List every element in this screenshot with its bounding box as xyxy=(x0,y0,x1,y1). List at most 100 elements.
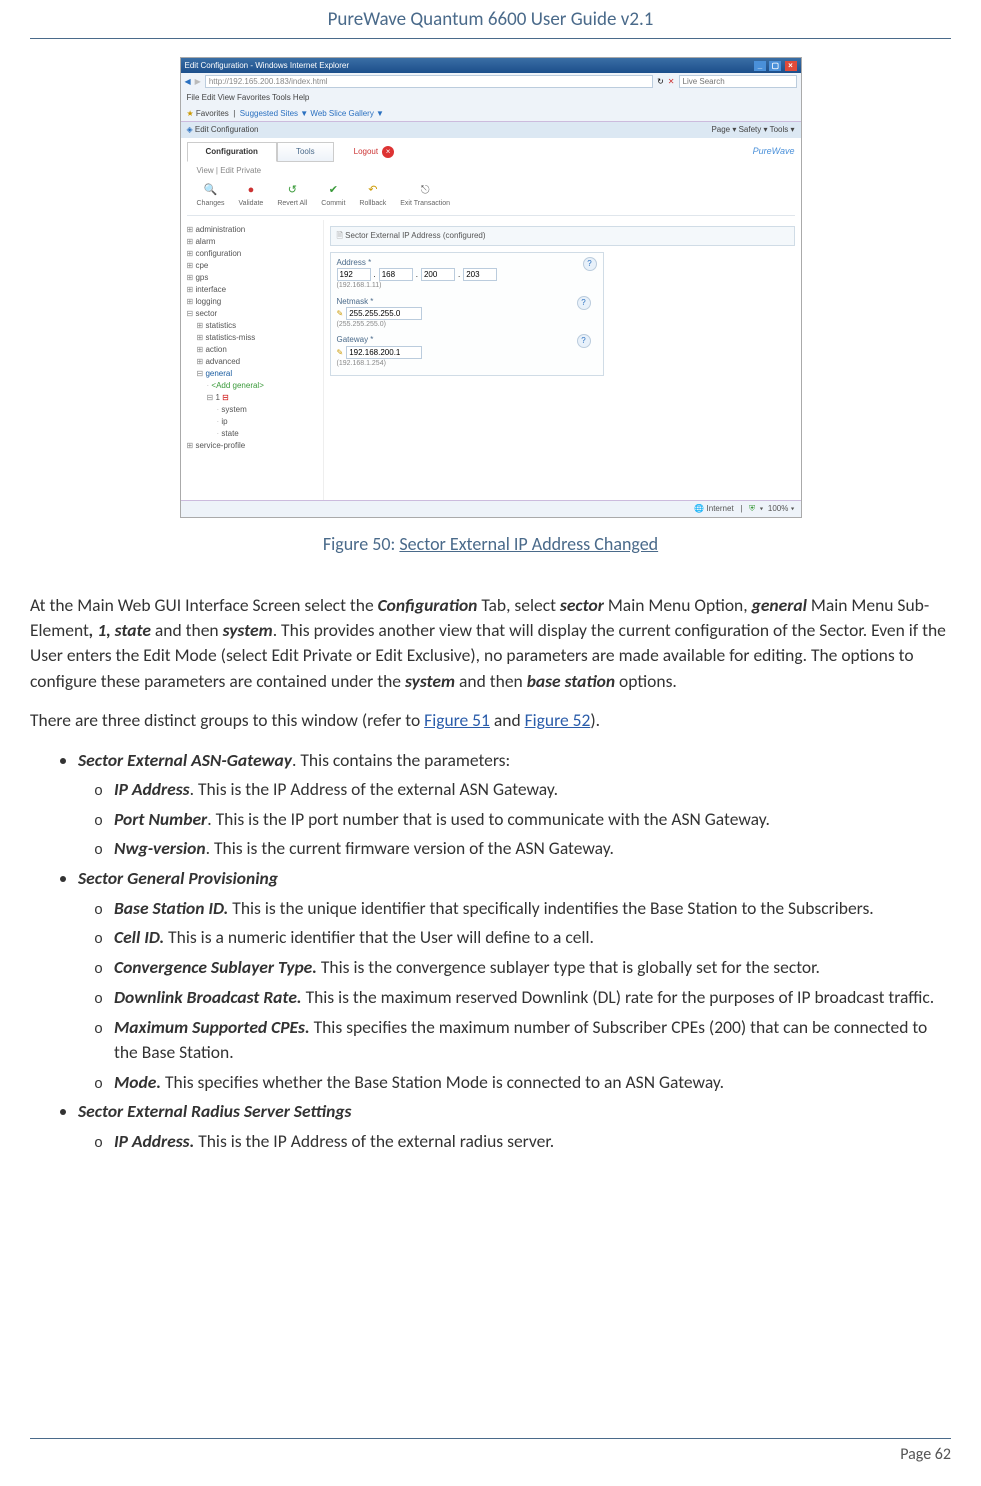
item-mode: Mode. This specifies whether the Base St… xyxy=(114,1070,951,1096)
tree-ip[interactable]: ip xyxy=(187,416,317,428)
gateway-input[interactable] xyxy=(346,346,422,359)
document-icon: 🗎 xyxy=(337,231,343,240)
page-tab[interactable]: ◈ Edit Configuration xyxy=(187,124,259,136)
help-icon[interactable]: ? xyxy=(577,296,591,310)
tree-service-profile[interactable]: service-profile xyxy=(187,440,317,452)
item-port-number: Port Number. This is the IP port number … xyxy=(114,807,951,833)
search-input[interactable] xyxy=(679,75,797,88)
item-cell-id: Cell ID. This is a numeric identifier th… xyxy=(114,925,951,951)
tree-action[interactable]: action xyxy=(187,344,317,356)
view-mode-bar[interactable]: View | Edit Private xyxy=(187,162,795,180)
browser-titlebar: Edit Configuration - Windows Internet Ex… xyxy=(181,58,801,74)
app-header: Configuration Tools Logout × PureWave Vi… xyxy=(181,138,801,220)
tree-configuration[interactable]: configuration xyxy=(187,248,317,260)
tree-cpe[interactable]: cpe xyxy=(187,260,317,272)
app-body: administration alarm configuration cpe g… xyxy=(181,220,801,500)
page-header: PureWave Quantum 6600 User Guide v2.1 xyxy=(30,0,951,39)
tab-tools[interactable]: Tools xyxy=(277,142,334,162)
addr-octet-1[interactable] xyxy=(337,268,371,281)
zoom-level[interactable]: 100% xyxy=(768,504,788,513)
validate-button[interactable]: ●Validate xyxy=(239,183,264,209)
tree-add-general[interactable]: <Add general> xyxy=(187,380,317,392)
item-ip-address: IP Address. This is the IP Address of th… xyxy=(114,777,951,803)
tree-general[interactable]: general xyxy=(187,368,317,380)
item-convergence-sublayer: Convergence Sublayer Type. This is the c… xyxy=(114,955,951,981)
gateway-hint: (192.168.1.254) xyxy=(337,359,597,369)
paragraph-1: At the Main Web GUI Interface Screen sel… xyxy=(30,593,951,695)
address-input[interactable] xyxy=(205,75,653,88)
address-label: Address * xyxy=(337,258,372,267)
page-tools[interactable]: Page ▾ Safety ▾ Tools ▾ xyxy=(711,124,794,136)
tab-configuration[interactable]: Configuration xyxy=(187,142,277,162)
nav-back-icon[interactable]: ◀ xyxy=(185,76,191,88)
screenshot-figure: Edit Configuration - Windows Internet Ex… xyxy=(30,57,951,519)
window-controls: _ ▢ × xyxy=(753,60,796,72)
exit-transaction-button[interactable]: ⎋Exit Transaction xyxy=(400,183,450,209)
refresh-icon[interactable]: ↻ xyxy=(657,76,664,88)
revert-icon: ↺ xyxy=(277,183,307,199)
search-icon: 🔍 xyxy=(197,183,225,199)
minimize-icon[interactable]: _ xyxy=(754,61,766,71)
figure-51-link[interactable]: Figure 51 xyxy=(424,709,490,731)
rollback-button[interactable]: ↶Rollback xyxy=(359,183,386,209)
tree-general-1[interactable]: 1 ⊟ xyxy=(187,392,317,404)
internet-zone-label: Internet xyxy=(707,504,734,513)
tree-system[interactable]: system xyxy=(187,404,317,416)
paragraph-2: There are three distinct groups to this … xyxy=(30,708,951,733)
tree-sector[interactable]: sector xyxy=(187,308,317,320)
ip-address-group: Address * ? ... (192.168.1.11) Netmask *… xyxy=(330,252,604,376)
exit-icon: ⎋ xyxy=(400,183,450,199)
stop-icon[interactable]: ✕ xyxy=(668,76,675,88)
edit-icon[interactable]: ✎ xyxy=(337,308,344,320)
internet-zone-icon: 🌐 xyxy=(694,504,704,513)
maximize-icon[interactable]: ▢ xyxy=(769,61,781,71)
figure-caption: Figure 50: Sector External IP Address Ch… xyxy=(30,531,951,557)
addr-octet-4[interactable] xyxy=(463,268,497,281)
tree-administration[interactable]: administration xyxy=(187,224,317,236)
changes-button[interactable]: 🔍Changes xyxy=(197,183,225,209)
tree-statistics[interactable]: statistics xyxy=(187,320,317,332)
edit-icon[interactable]: ✎ xyxy=(337,347,344,359)
tree-advanced[interactable]: advanced xyxy=(187,356,317,368)
item-nwg-version: Nwg-version. This is the current firmwar… xyxy=(114,836,951,862)
group-asn-gateway: Sector External ASN-Gateway. This contai… xyxy=(78,748,951,863)
netmask-input[interactable] xyxy=(346,307,422,320)
action-toolbar: 🔍Changes ●Validate ↺Revert All ✔Commit ↶… xyxy=(187,179,795,216)
tree-gps[interactable]: gps xyxy=(187,272,317,284)
parameter-list: Sector External ASN-Gateway. This contai… xyxy=(30,748,951,1155)
favorites-star-icon[interactable]: ★ xyxy=(187,109,194,118)
form-panel: 🗎 Sector External IP Address (configured… xyxy=(324,220,801,500)
browser-status-bar: 🌐 Internet | ⛨ ▾ 100% ▾ xyxy=(181,500,801,517)
commit-button[interactable]: ✔Commit xyxy=(321,183,345,209)
item-radius-ip: IP Address. This is the IP Address of th… xyxy=(114,1129,951,1155)
nav-forward-icon[interactable]: ▶ xyxy=(195,76,201,88)
window-title-text: Edit Configuration - Windows Internet Ex… xyxy=(185,60,350,72)
tree-logging[interactable]: logging xyxy=(187,296,317,308)
favorites-links[interactable]: Suggested Sites ▼ Web Slice Gallery ▼ xyxy=(240,109,384,118)
help-icon[interactable]: ? xyxy=(583,257,597,271)
browser-menu-bar[interactable]: File Edit View Favorites Tools Help xyxy=(181,90,801,106)
netmask-hint: (255.255.255.0) xyxy=(337,320,597,330)
browser-address-bar: ◀ ▶ ↻ ✕ xyxy=(181,73,801,90)
page-footer: Page 62 xyxy=(30,1438,951,1466)
close-icon[interactable]: × xyxy=(785,61,797,71)
doc-title: PureWave Quantum 6600 User Guide v2.1 xyxy=(328,8,654,31)
rollback-icon: ↶ xyxy=(359,183,386,199)
addr-octet-3[interactable] xyxy=(421,268,455,281)
tree-statistics-miss[interactable]: statistics-miss xyxy=(187,332,317,344)
netmask-label: Netmask * xyxy=(337,297,374,306)
help-icon[interactable]: ? xyxy=(577,334,591,348)
group-general-provisioning: Sector General Provisioning Base Station… xyxy=(78,866,951,1095)
page-icon: ◈ xyxy=(187,125,193,134)
delete-icon[interactable]: ⊟ xyxy=(222,393,229,402)
addr-octet-2[interactable] xyxy=(379,268,413,281)
tree-alarm[interactable]: alarm xyxy=(187,236,317,248)
tree-state[interactable]: state xyxy=(187,428,317,440)
validate-icon: ● xyxy=(239,183,264,199)
revert-all-button[interactable]: ↺Revert All xyxy=(277,183,307,209)
tree-interface[interactable]: interface xyxy=(187,284,317,296)
config-tree[interactable]: administration alarm configuration cpe g… xyxy=(181,220,324,500)
address-hint: (192.168.1.11) xyxy=(337,281,597,291)
logout-link[interactable]: Logout × xyxy=(334,146,394,158)
figure-52-link[interactable]: Figure 52 xyxy=(525,709,591,731)
